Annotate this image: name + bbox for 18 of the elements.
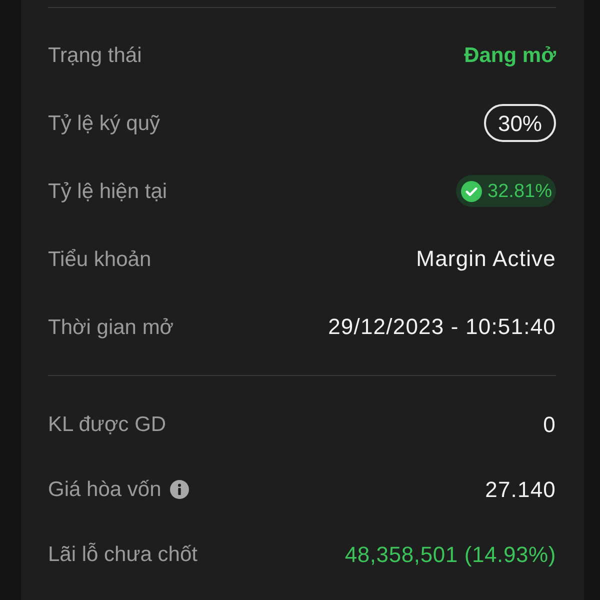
ratio-value: 32.81% xyxy=(488,180,552,202)
info-icon[interactable] xyxy=(170,480,190,499)
check-circle-icon xyxy=(460,180,482,202)
field-value: 29/12/2023 - 10:51:40 xyxy=(328,314,556,340)
field-label: Thời gian mở xyxy=(48,314,174,340)
field-label: Lãi lỗ chưa chốt xyxy=(48,542,198,567)
status-value: Đang mở xyxy=(464,42,556,68)
profit-value: 48,358,501 (14.93%) xyxy=(344,542,556,568)
field-value: Margin Active xyxy=(416,246,556,272)
field-label: Tiểu khoản xyxy=(48,246,152,272)
field-label: Tỷ lệ ký quỹ xyxy=(48,110,160,136)
field-label: KL được GD xyxy=(48,412,166,437)
field-label: Tỷ lệ hiện tại xyxy=(48,178,168,204)
field-label: Giá hòa vốn xyxy=(48,477,162,502)
field-value: 27.140 xyxy=(485,476,556,502)
field-value: 0 xyxy=(543,412,556,438)
field-label: Trạng thái xyxy=(48,42,142,68)
margin-ratio-badge: 30% xyxy=(484,104,556,142)
